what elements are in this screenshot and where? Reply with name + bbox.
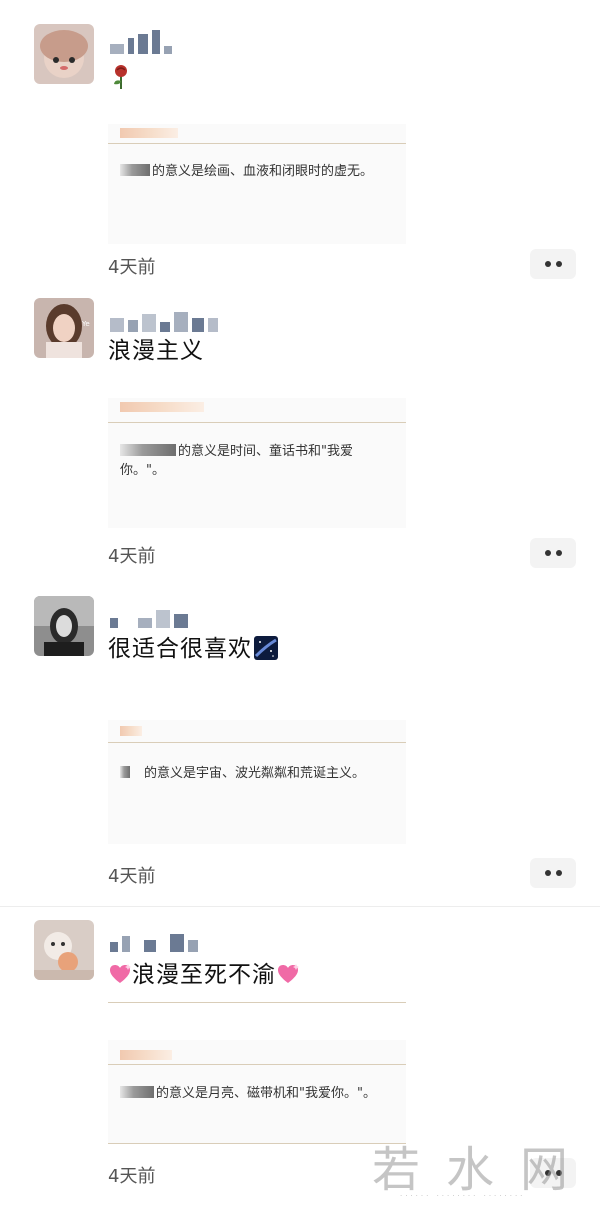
quote-author-mosaic [120,128,178,138]
timestamp: 4天前 [108,866,156,887]
username-mosaic[interactable] [110,310,218,332]
timestamp: 4天前 [108,257,156,278]
username-mosaic[interactable] [110,930,198,952]
avatar[interactable] [34,24,94,84]
svg-text:Ye: Ye [81,320,90,328]
milky-way-emoji-icon [254,636,278,660]
quote-divider [108,1064,406,1065]
quote-card[interactable]: 的意义是宇宙、波光粼粼和荒诞主义。 [108,720,406,844]
quote-text-block: 的意义是月亮、磁带机和"我爱你。"。 [120,1084,390,1103]
quote-card[interactable]: 的意义是月亮、磁带机和"我爱你。"。 [108,1040,406,1144]
comment-text: 浪漫至死不渝 [108,960,300,990]
more-dots-icon [555,550,562,556]
quote-text: 的意义是绘画、血液和闭眼时的虚无。 [152,164,374,179]
quote-subject-mosaic [120,766,130,778]
quote-divider [108,422,406,423]
quote-card[interactable]: 的意义是绘画、血液和闭眼时的虚无。 [108,124,406,244]
sparkling-heart-emoji-icon [110,964,131,983]
comment-text: 浪漫主义 [108,338,204,364]
quote-divider [108,742,406,743]
quote-text-block: 的意义是绘画、血液和闭眼时的虚无。 [120,162,390,181]
quote-author-mosaic [120,1050,172,1060]
avatar[interactable] [34,920,94,980]
quote-top-divider [108,1002,406,1003]
username-mosaic[interactable] [110,606,188,628]
comment-text-label: 浪漫至死不渝 [132,962,276,988]
quote-text-block: 的意义是时间、童话书和"我爱你。"。 [120,442,390,480]
quote-text: 的意义是月亮、磁带机和"我爱你。"。 [156,1086,376,1101]
sparkling-heart-emoji-icon [278,964,299,983]
site-watermark: 若水网 ...... ........ ........ [372,1130,592,1200]
more-dots-icon [555,870,562,876]
quote-text: 的意义是宇宙、波光粼粼和荒诞主义。 [144,766,366,781]
avatar[interactable] [34,596,94,656]
section-divider [0,906,600,907]
avatar[interactable]: Ye [34,298,94,358]
rose-emoji-icon [114,65,127,89]
more-dots-icon [555,261,562,267]
quote-subject-mosaic [120,1086,154,1098]
quote-subject-mosaic [120,164,150,176]
quote-card[interactable]: 的意义是时间、童话书和"我爱你。"。 [108,398,406,528]
comment-feed: 的意义是绘画、血液和闭眼时的虚无。 4天前 Ye 浪漫主义 的意义是时间、童话书… [0,0,600,1207]
username-mosaic[interactable] [110,30,172,54]
more-dots-icon [544,261,551,267]
more-button[interactable] [530,858,576,888]
timestamp: 4天前 [108,546,156,567]
more-button[interactable] [530,538,576,568]
more-dots-icon [544,870,551,876]
more-dots-icon [544,550,551,556]
quote-author-mosaic [120,402,204,412]
timestamp: 4天前 [108,1166,156,1187]
quote-divider [108,143,406,144]
comment-text: 很适合很喜欢 [108,634,278,664]
more-button[interactable] [530,249,576,279]
watermark-subtitle: ...... ........ ........ [400,1190,526,1198]
quote-text-block: 的意义是宇宙、波光粼粼和荒诞主义。 [120,764,390,783]
quote-bottom-divider [108,1143,406,1144]
quote-subject-mosaic [120,444,176,456]
quote-author-mosaic [120,726,142,736]
comment-text-label: 很适合很喜欢 [108,636,252,662]
